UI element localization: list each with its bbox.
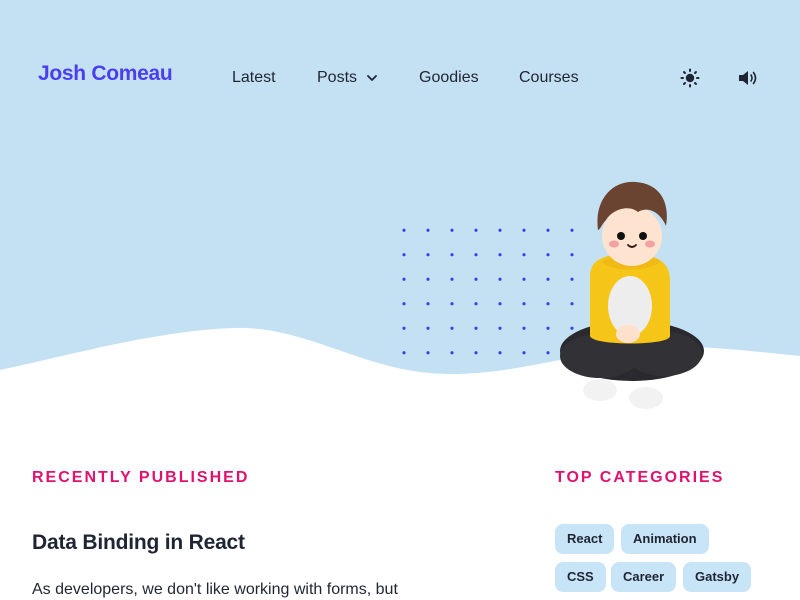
post-excerpt: As developers, we don't like working wit…	[32, 581, 398, 598]
nav-posts[interactable]: Posts	[317, 69, 378, 87]
theme-toggle-button[interactable]	[678, 66, 702, 90]
nav-latest[interactable]: Latest	[232, 69, 276, 87]
tag-career[interactable]: Career	[611, 562, 677, 592]
tag-gatsby[interactable]: Gatsby	[683, 562, 752, 592]
nav-goodies[interactable]: Goodies	[419, 69, 479, 87]
chevron-down-icon	[367, 75, 377, 81]
nav-courses[interactable]: Courses	[519, 69, 579, 87]
avatar-illustration	[560, 181, 704, 409]
sound-toggle-button[interactable]	[736, 66, 760, 90]
tag-animation[interactable]: Animation	[621, 524, 709, 554]
logo-link[interactable]: Josh Comeau	[38, 62, 173, 86]
speaker-icon	[739, 71, 757, 85]
post-title-link[interactable]: Data Binding in React	[32, 531, 245, 555]
nav-latest-label: Latest	[232, 69, 276, 86]
tag-react[interactable]: React	[555, 524, 615, 554]
tag-css[interactable]: CSS	[555, 562, 606, 592]
sun-icon	[680, 68, 700, 88]
nav-posts-label: Posts	[317, 69, 358, 86]
top-categories-heading: Top Categories	[555, 469, 725, 486]
recently-published-heading: Recently Published	[32, 469, 250, 486]
nav-goodies-label: Goodies	[419, 69, 479, 86]
nav-courses-label: Courses	[519, 69, 579, 86]
